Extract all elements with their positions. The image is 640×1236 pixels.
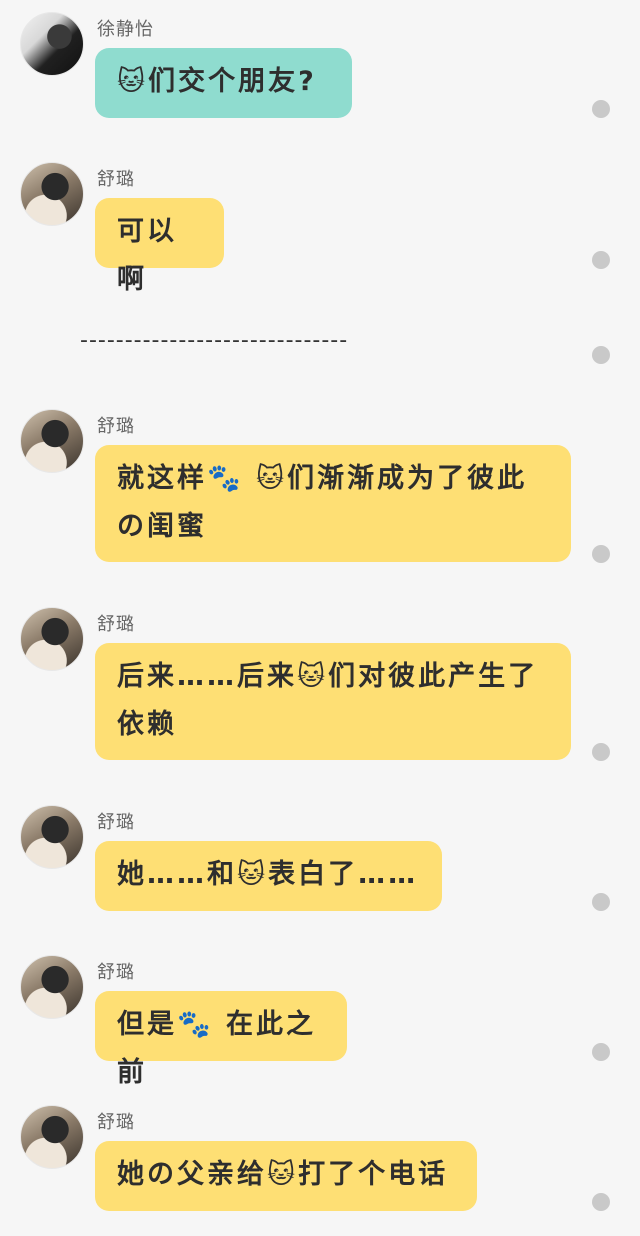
read-status-dot: [592, 1193, 610, 1211]
avatar[interactable]: [20, 1105, 84, 1169]
chat-message: 舒璐 后来……后来🐱们对彼此产生了依赖: [0, 607, 640, 762]
avatar[interactable]: [20, 12, 84, 76]
sender-name: 舒璐: [97, 1112, 135, 1133]
avatar[interactable]: [20, 409, 84, 473]
sender-name: 舒璐: [97, 962, 135, 983]
message-bubble[interactable]: 可以啊: [95, 198, 224, 295]
chat-message: 舒璐 就这样🐾 🐱们渐渐成为了彼此の闺蜜: [0, 409, 640, 564]
sender-name: 舒璐: [97, 614, 135, 635]
chat-message: 舒璐 但是🐾 在此之前: [0, 955, 640, 1088]
avatar[interactable]: [20, 162, 84, 226]
avatar[interactable]: [20, 607, 84, 671]
message-bubble[interactable]: 🐱们交个朋友?: [95, 48, 352, 118]
sender-name: 舒璐: [97, 812, 135, 833]
chat-message: 徐静怡 🐱们交个朋友?: [0, 12, 640, 122]
chat-message: 舒璐 可以啊: [0, 162, 640, 295]
read-status-dot: [592, 893, 610, 911]
message-bubble[interactable]: 就这样🐾 🐱们渐渐成为了彼此の闺蜜: [95, 445, 571, 562]
sender-name: 徐静怡: [97, 19, 154, 40]
read-status-dot: [592, 251, 610, 269]
read-status-dot: [592, 545, 610, 563]
sender-name: 舒璐: [97, 169, 135, 190]
chat-message: 舒璐 她の父亲给🐱打了个电话: [0, 1105, 640, 1215]
read-status-dot: [592, 100, 610, 118]
sender-name: 舒璐: [97, 416, 135, 437]
section-divider: ------------------------------: [80, 328, 349, 353]
message-bubble[interactable]: 她……和🐱表白了……: [95, 841, 442, 911]
avatar[interactable]: [20, 805, 84, 869]
message-bubble[interactable]: 她の父亲给🐱打了个电话: [95, 1141, 477, 1211]
avatar[interactable]: [20, 955, 84, 1019]
read-status-dot: [592, 1043, 610, 1061]
read-status-dot: [592, 743, 610, 761]
chat-message: 舒璐 她……和🐱表白了……: [0, 805, 640, 915]
message-bubble[interactable]: 但是🐾 在此之前: [95, 991, 347, 1088]
message-bubble[interactable]: 后来……后来🐱们对彼此产生了依赖: [95, 643, 571, 760]
read-status-dot: [592, 346, 610, 364]
